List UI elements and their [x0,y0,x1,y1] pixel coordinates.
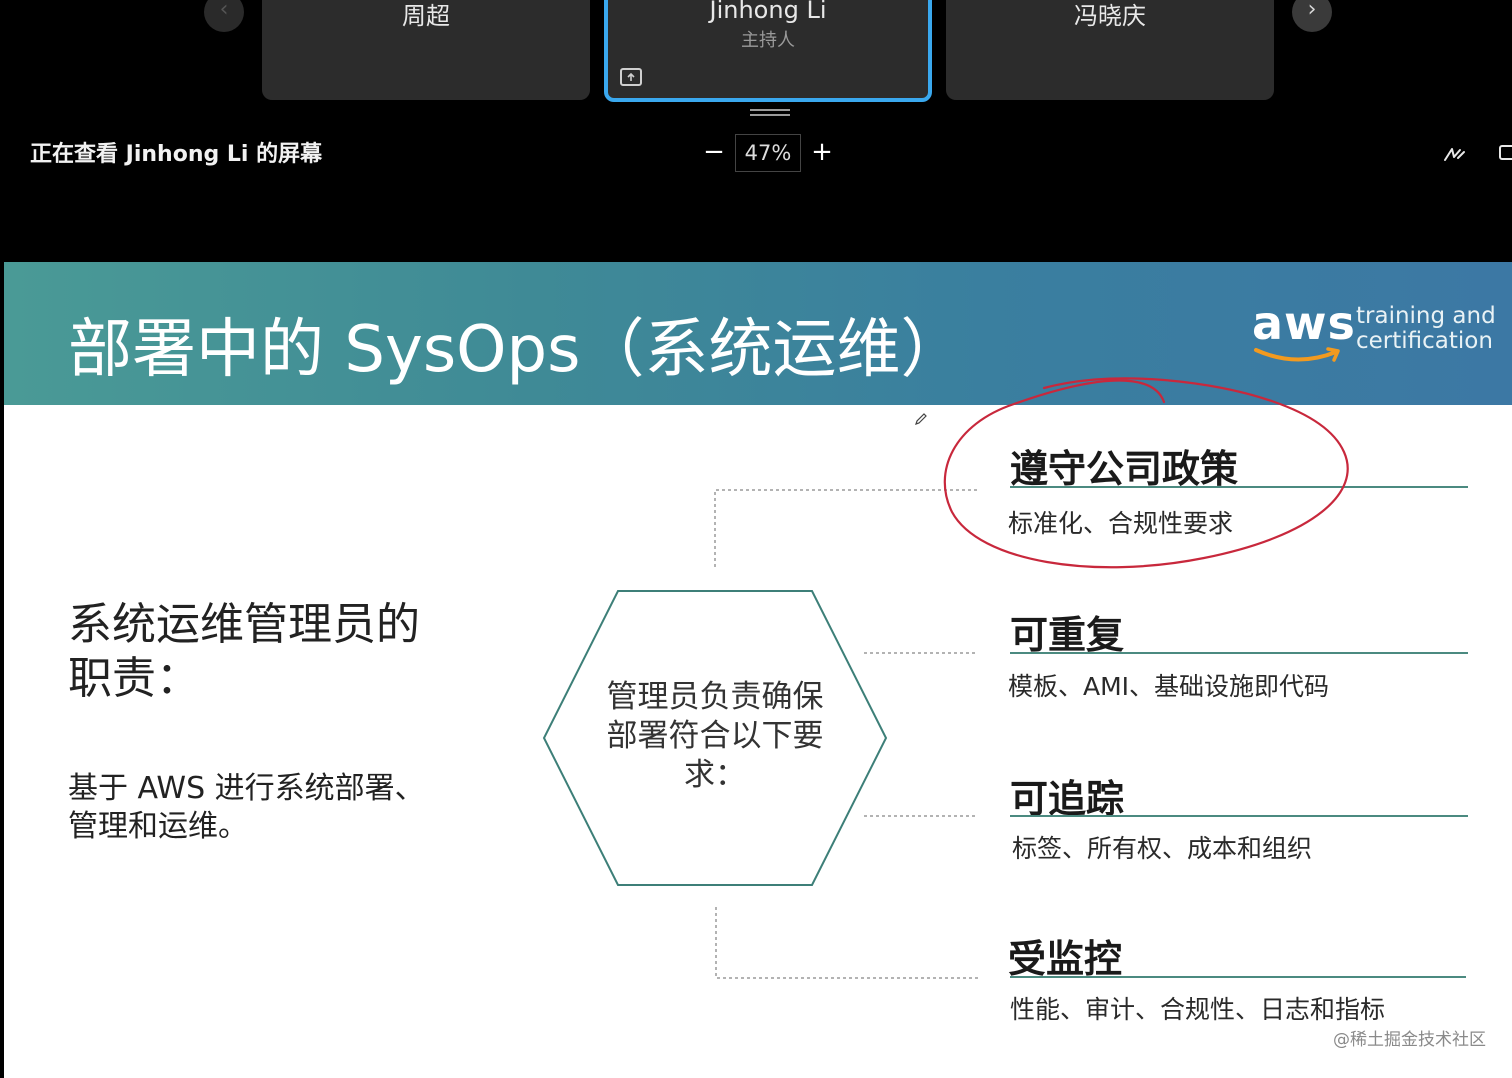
zoom-out-button[interactable]: − [700,136,728,170]
participant-name: 周超 [402,2,450,30]
participant-name: 冯晓庆 [1074,2,1146,30]
participant-tile[interactable]: 周超 [262,0,590,100]
annotation-circle [943,377,1349,569]
zoom-level[interactable]: 47% [735,134,801,172]
watermark: @稀土掘金技术社区 [1333,1030,1486,1050]
chevron-left-icon: ‹ [219,0,229,22]
chevron-right-icon: › [1307,0,1317,22]
screen-share-icon [620,68,642,86]
shared-slide: 部署中的 SysOps（系统运维） aws training and certi… [4,262,1512,1078]
viewing-screen-label: 正在查看 Jinhong Li 的屏幕 [30,142,323,167]
annotate-pen-icon[interactable] [1440,140,1468,168]
next-page-button[interactable]: › [1292,0,1332,32]
participant-tile[interactable]: 冯晓庆 [946,0,1274,100]
host-label: 主持人 [741,30,795,51]
zoom-in-button[interactable]: + [808,136,836,170]
participant-tile-host[interactable]: Jinhong Li 主持人 [604,0,932,102]
resize-handle-icon[interactable] [750,109,790,117]
screen-options-icon[interactable] [1496,142,1512,166]
previous-page-button[interactable]: ‹ [204,0,244,32]
participant-name: Jinhong Li [709,0,827,24]
pencil-cursor-icon [915,413,927,425]
